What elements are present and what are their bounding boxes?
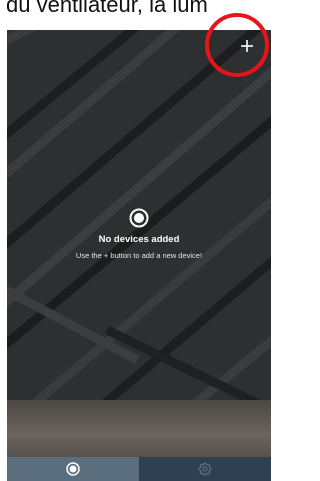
gear-icon: [198, 462, 212, 476]
empty-state-hint: Use the + button to add a new device!: [75, 251, 203, 260]
floor-area: [7, 400, 271, 457]
devices-circle-icon: [66, 462, 80, 476]
empty-state-title: No devices added: [98, 234, 180, 245]
app-screen: No devices added Use the + button to add…: [7, 30, 271, 481]
tab-settings[interactable]: [139, 457, 271, 481]
empty-state: No devices added Use the + button to add…: [7, 208, 271, 260]
caption-text: du ventilateur, la lum: [6, 0, 208, 17]
tab-devices[interactable]: [7, 457, 139, 481]
circle-radio-icon: [129, 208, 149, 228]
red-highlight-circle: [205, 13, 269, 77]
bottom-tab-bar: [7, 457, 271, 481]
